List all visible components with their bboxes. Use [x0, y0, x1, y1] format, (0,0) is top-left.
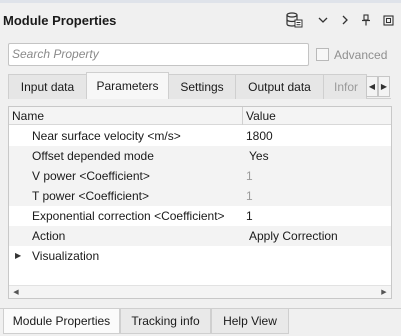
expand-triangle-icon[interactable]: ▶: [15, 251, 21, 260]
column-divider[interactable]: [242, 107, 243, 125]
tab-input-data[interactable]: Input data: [8, 74, 87, 99]
property-group-name: Visualization: [32, 249, 100, 263]
tab-module-properties[interactable]: Module Properties: [3, 309, 120, 334]
property-value[interactable]: 1: [246, 209, 253, 223]
property-name: Offset depended mode: [32, 149, 154, 163]
chevron-down-icon[interactable]: [315, 10, 331, 30]
database-icon[interactable]: [284, 10, 304, 30]
chevron-right-icon[interactable]: [337, 10, 353, 30]
property-name: Exponential correction <Coefficient>: [32, 209, 225, 223]
tab-scroll-left-icon[interactable]: ◀: [366, 76, 378, 97]
pin-icon[interactable]: [358, 10, 374, 30]
property-value[interactable]: 1: [246, 189, 253, 203]
grid-header: [9, 107, 391, 125]
property-name: Near surface velocity <m/s>: [32, 129, 181, 143]
tab-output-data[interactable]: Output data: [235, 74, 324, 99]
tab-settings[interactable]: Settings: [168, 74, 236, 99]
tab-scroll-right-icon[interactable]: ▶: [378, 76, 390, 97]
advanced-label: Advanced: [334, 48, 388, 62]
tab-tracking-info[interactable]: Tracking info: [120, 309, 211, 334]
scroll-left-icon[interactable]: ◀: [10, 286, 22, 297]
property-value[interactable]: 1: [246, 169, 253, 183]
horizontal-scrollbar[interactable]: [9, 285, 391, 298]
advanced-checkbox[interactable]: [316, 48, 329, 61]
restore-icon[interactable]: [380, 10, 396, 30]
property-value[interactable]: Apply Correction: [249, 229, 338, 243]
top-strip: [0, 0, 401, 3]
property-value[interactable]: 1800: [246, 129, 273, 143]
property-value[interactable]: Yes: [249, 149, 269, 163]
search-input[interactable]: Search Property: [8, 43, 309, 66]
property-name: V power <Coefficient>: [32, 169, 150, 183]
column-header-value[interactable]: Value: [246, 109, 276, 123]
property-name: Action: [32, 229, 66, 243]
scroll-right-icon[interactable]: ▶: [378, 286, 390, 297]
panel-title: Module Properties: [3, 13, 117, 28]
column-header-name[interactable]: Name: [12, 109, 44, 123]
tab-help-view[interactable]: Help View: [211, 309, 289, 334]
property-name: T power <Coefficient>: [32, 189, 149, 203]
tab-information[interactable]: Infor: [323, 74, 367, 99]
tab-parameters[interactable]: Parameters: [86, 72, 169, 99]
